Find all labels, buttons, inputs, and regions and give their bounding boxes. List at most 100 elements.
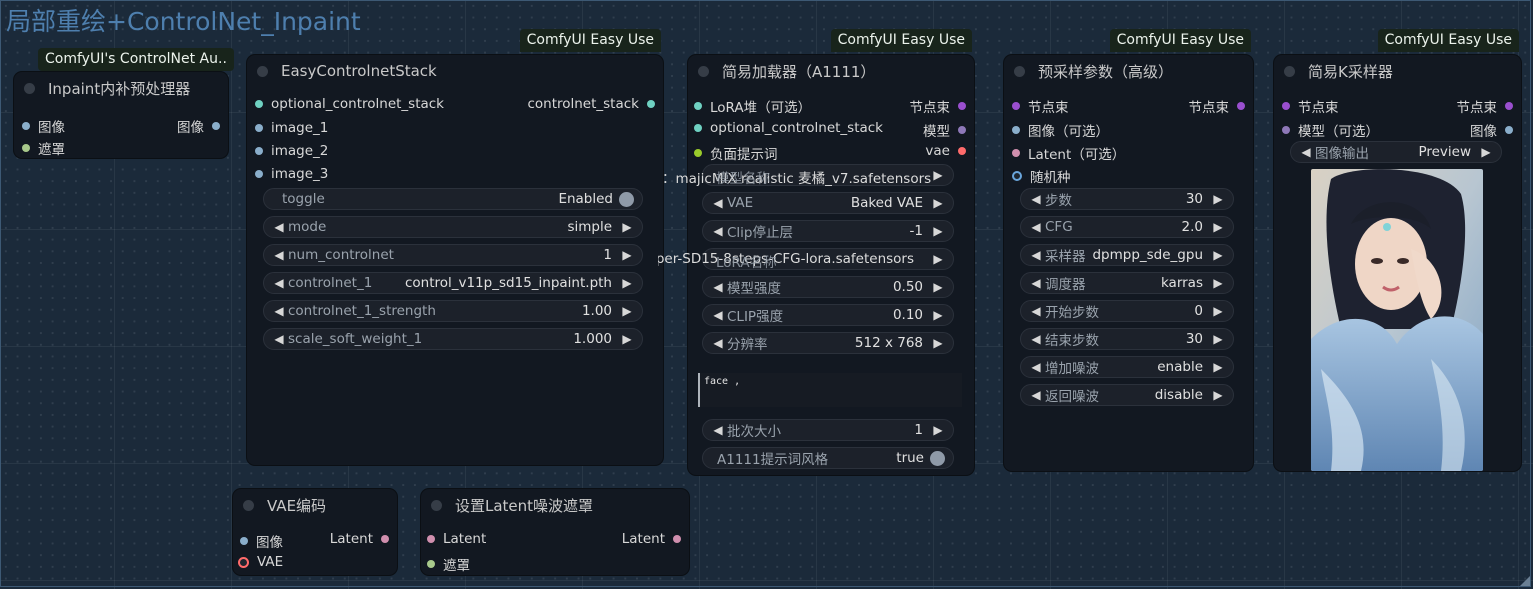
arrow-left-icon[interactable]: ◀ [1029,248,1043,262]
arrow-right-icon[interactable]: ▶ [931,196,945,210]
arrow-right-icon[interactable]: ▶ [931,336,945,350]
output-pipe[interactable]: 节点束 [1457,96,1513,116]
image-pin-icon[interactable] [255,124,263,132]
node-title[interactable]: 简易K采样器 [1274,55,1521,87]
node-title[interactable]: Inpaint内补预处理器 [14,72,228,104]
widget-controlnet-1[interactable]: ◀ controlnet_1 control_v11p_sd15_inpaint.p… [263,272,643,294]
input-image-1[interactable]: image_1 [255,120,328,136]
arrow-left-icon[interactable]: ◀ [1029,388,1043,402]
arrow-left-icon[interactable]: ◀ [1029,304,1043,318]
widget-add-noise[interactable]: ◀ 增加噪波 enable ▶ [1020,356,1234,378]
image-pin-icon[interactable] [1012,126,1020,134]
input-pipe[interactable]: 节点束 [1012,96,1069,116]
arrow-left-icon[interactable]: ◀ [272,248,286,262]
output-preview-image[interactable] [1311,169,1483,471]
input-image[interactable]: 图像 [22,116,65,136]
pipe-pin-icon[interactable] [1282,102,1290,110]
collapse-dot-icon[interactable] [257,65,268,77]
node-easy-loader[interactable]: ComfyUI Easy Use 简易加载器（A1111） LoRA堆（可选） … [658,29,974,475]
pipe-pin-icon[interactable] [1505,102,1513,110]
input-vae[interactable]: VAE [238,554,283,570]
arrow-right-icon[interactable]: ▶ [931,308,945,322]
lora-pin-icon[interactable] [694,102,702,110]
arrow-left-icon[interactable]: ◀ [711,196,725,210]
latent-pin-icon[interactable] [381,535,389,543]
output-latent[interactable]: Latent [330,531,389,547]
widget-sampler[interactable]: ◀ 采样器 dpmpp_sde_gpu ▶ [1020,244,1234,266]
arrow-right-icon[interactable]: ▶ [1211,388,1225,402]
pipe-pin-icon[interactable] [958,102,966,110]
arrow-right-icon[interactable]: ▶ [931,423,945,437]
widget-scale-soft-weight-1[interactable]: ◀ scale_soft_weight_1 1.000 ▶ [263,328,643,350]
collapse-dot-icon[interactable] [24,82,35,94]
toggle-knob-icon[interactable] [930,450,945,466]
output-latent[interactable]: Latent [622,531,681,547]
output-model[interactable]: 模型 [923,120,966,140]
mask-pin-icon[interactable] [427,560,435,568]
image-pin-icon[interactable] [255,147,263,155]
input-pipe[interactable]: 节点束 [1282,96,1339,116]
arrow-left-icon[interactable]: ◀ [1029,360,1043,374]
node-title[interactable]: 设置Latent噪波遮罩 [421,489,689,521]
arrow-right-icon[interactable]: ▶ [931,224,945,238]
controlnet-pin-icon[interactable] [255,100,263,108]
node-vae-encode[interactable]: VAE编码 图像 VAE Latent [233,489,397,575]
input-optional-controlnet-stack[interactable]: optional_controlnet_stack [255,96,444,112]
latent-pin-icon[interactable] [427,535,435,543]
pipe-pin-icon[interactable] [1012,102,1020,110]
node-title[interactable]: EasyControlnetStack [247,55,663,87]
arrow-right-icon[interactable]: ▶ [1211,220,1225,234]
input-lora-stack[interactable]: LoRA堆（可选） [694,96,811,116]
arrow-left-icon[interactable]: ◀ [711,423,725,437]
widget-toggle[interactable]: toggle Enabled [263,188,643,210]
arrow-left-icon[interactable]: ◀ [272,304,286,318]
collapse-dot-icon[interactable] [431,499,442,511]
arrow-left-icon[interactable]: ◀ [1299,145,1313,159]
arrow-left-icon[interactable]: ◀ [1029,220,1043,234]
input-image[interactable]: 图像 [240,531,283,551]
seed-pin-icon[interactable] [1012,171,1022,181]
vae-pin-icon[interactable] [958,147,966,155]
arrow-left-icon[interactable]: ◀ [711,224,725,238]
group-title[interactable]: 局部重绘+ControlNet_Inpaint [6,2,361,38]
image-pin-icon[interactable] [22,122,30,130]
model-pin-icon[interactable] [1282,126,1290,134]
arrow-right-icon[interactable]: ▶ [1211,304,1225,318]
arrow-right-icon[interactable]: ▶ [620,248,634,262]
arrow-right-icon[interactable]: ▶ [1479,145,1493,159]
node-inpaint-preprocessor[interactable]: ComfyUI's ControlNet Au.. Inpaint内补预处理器 … [14,48,234,158]
input-mask[interactable]: 遮罩 [22,138,65,158]
toggle-knob-icon[interactable] [619,191,634,207]
widget-end-step[interactable]: ◀ 结束步数 30 ▶ [1020,328,1234,350]
node-set-latent-noise-mask[interactable]: 设置Latent噪波遮罩 Latent 遮罩 Latent [421,489,689,575]
node-controlnet-stack[interactable]: ComfyUI Easy Use EasyControlnetStack opt… [247,29,663,465]
widget-image-output[interactable]: ◀ 图像输出 Preview ▶ [1290,141,1502,163]
node-title[interactable]: VAE编码 [233,489,397,521]
arrow-right-icon[interactable]: ▶ [1211,192,1225,206]
arrow-left-icon[interactable]: ◀ [272,276,286,290]
arrow-right-icon[interactable]: ▶ [931,280,945,294]
arrow-right-icon[interactable]: ▶ [1211,360,1225,374]
resize-corner-icon[interactable] [1520,576,1530,586]
arrow-left-icon[interactable]: ◀ [711,308,725,322]
widget-vae[interactable]: ◀ VAE Baked VAE ▶ [702,192,954,214]
latent-pin-icon[interactable] [1012,149,1020,157]
widget-start-step[interactable]: ◀ 开始步数 0 ▶ [1020,300,1234,322]
node-easy-ksampler[interactable]: ComfyUI Easy Use 简易K采样器 节点束 模型（可选） 节点束 图… [1274,29,1521,471]
arrow-left-icon[interactable]: ◀ [1029,276,1043,290]
widget-controlnet-1-strength[interactable]: ◀ controlnet_1_strength 1.00 ▶ [263,300,643,322]
arrow-right-icon[interactable]: ▶ [1211,248,1225,262]
output-controlnet-stack[interactable]: controlnet_stack [527,96,655,112]
output-pipe[interactable]: 节点束 [1189,96,1245,116]
arrow-left-icon[interactable]: ◀ [711,336,725,350]
collapse-dot-icon[interactable] [1284,65,1295,77]
image-pin-icon[interactable] [240,537,248,545]
latent-pin-icon[interactable] [673,535,681,543]
image-pin-icon[interactable] [1505,126,1513,134]
arrow-left-icon[interactable]: ◀ [272,332,286,346]
arrow-right-icon[interactable]: ▶ [1211,332,1225,346]
mask-pin-icon[interactable] [22,144,30,152]
image-pin-icon[interactable] [212,122,220,130]
widget-batch-size[interactable]: ◀ 批次大小 1 ▶ [702,419,954,441]
input-image-2[interactable]: image_2 [255,143,328,159]
